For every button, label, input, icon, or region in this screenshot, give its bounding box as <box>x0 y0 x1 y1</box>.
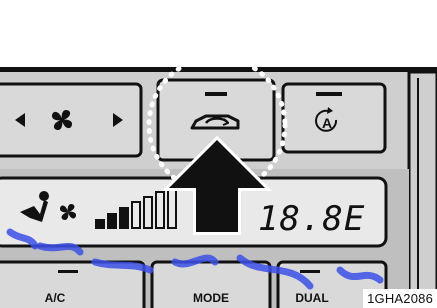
climate-control-figure: A 18.8E A/C MODE DUAL <box>0 0 437 308</box>
auto-climate-button[interactable]: A <box>281 82 387 154</box>
control-panel-illustration: A 18.8E A/C MODE DUAL <box>0 54 437 308</box>
figure-code-label: 1GHA2086 <box>363 289 437 308</box>
auto-indicator-light <box>316 92 342 96</box>
temperature-readout: 18.8E <box>258 199 365 239</box>
dual-button-label: DUAL <box>295 291 328 305</box>
ac-button[interactable]: A/C <box>0 260 146 308</box>
right-side-panel <box>407 70 437 308</box>
recirculation-indicator-light <box>205 92 227 96</box>
mode-button-label: MODE <box>193 291 229 305</box>
ac-button-label: A/C <box>45 291 66 305</box>
svg-text:A: A <box>322 115 332 131</box>
fan-speed-button[interactable] <box>0 82 143 158</box>
